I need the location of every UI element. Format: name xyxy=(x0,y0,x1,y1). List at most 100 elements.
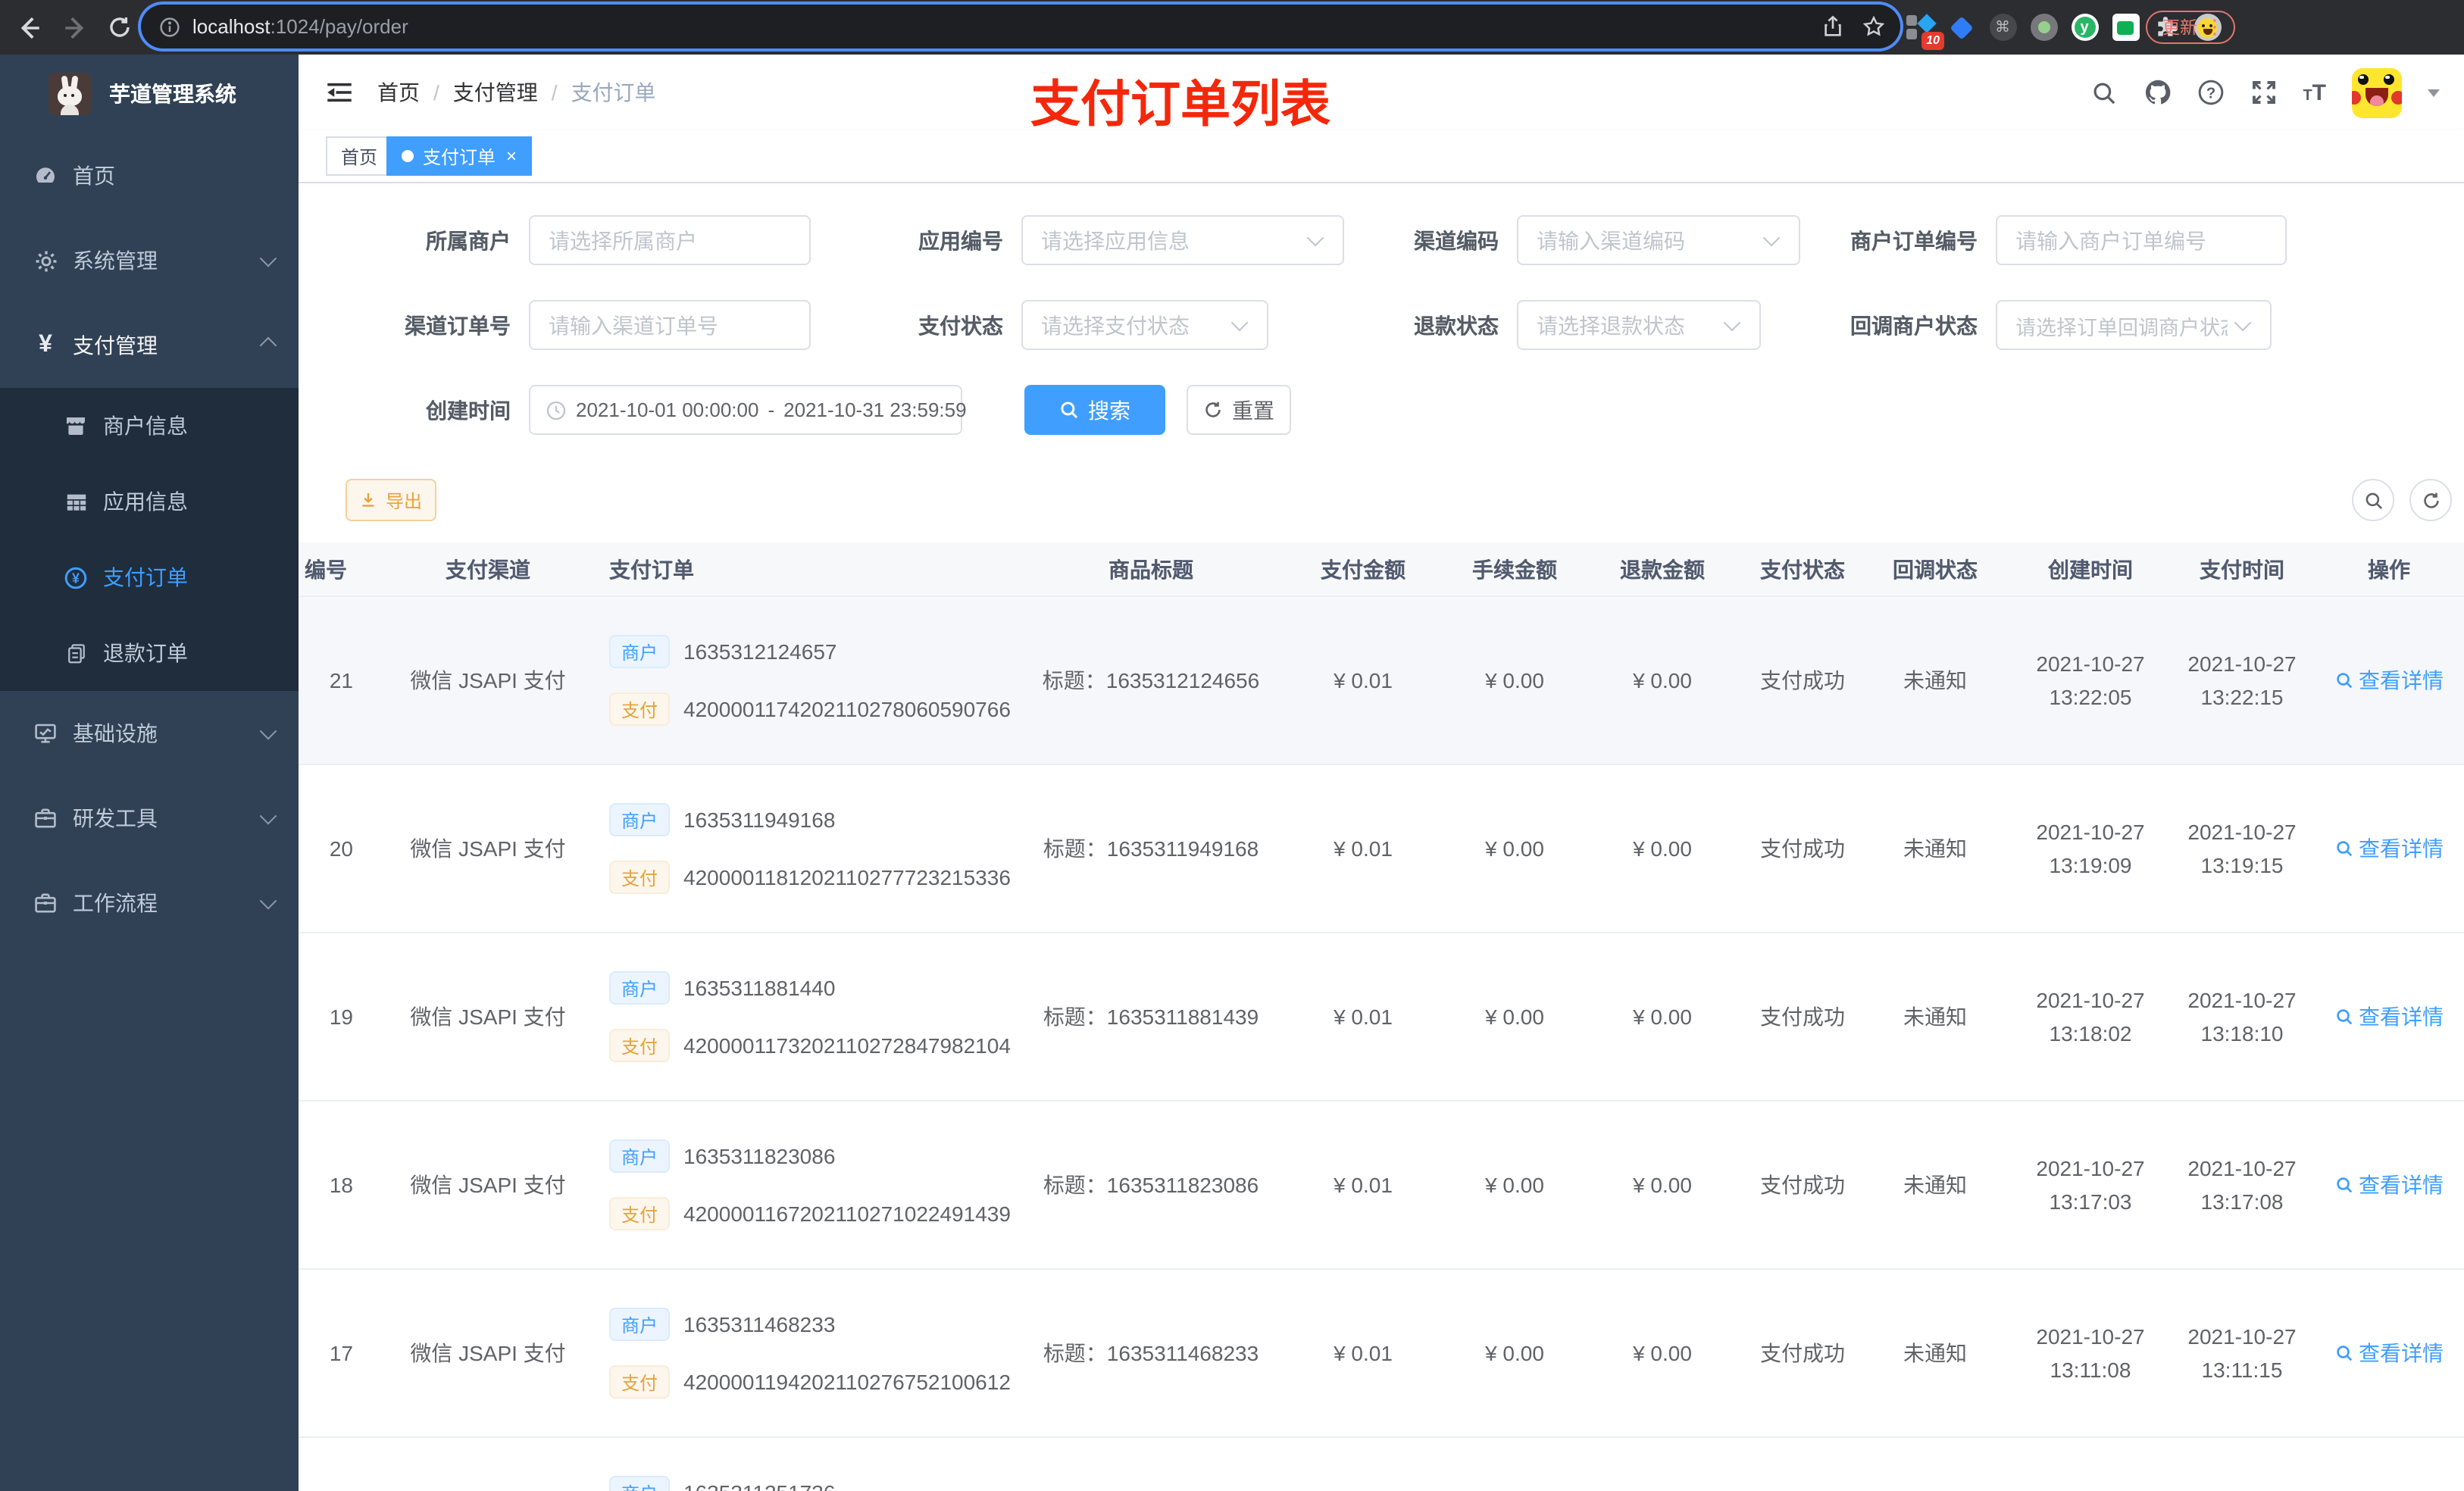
sidebar-item-pay-order[interactable]: ¥ 支付订单 xyxy=(0,539,299,615)
cell-actions: 查看详情 xyxy=(2314,1438,2464,1491)
update-button[interactable]: 更新 ⋮ xyxy=(2146,11,2235,44)
view-detail-link[interactable]: 查看详情 xyxy=(2334,665,2444,695)
search-icon xyxy=(2336,673,2352,689)
chevron-up-icon xyxy=(259,336,277,355)
breadcrumb-separator: / xyxy=(433,80,439,105)
view-detail-link[interactable]: 查看详情 xyxy=(2334,1002,2444,1032)
date-start[interactable]: 2021-10-01 00:00:00 xyxy=(576,399,758,421)
chevron-down-icon xyxy=(259,249,277,267)
extension-command-icon[interactable]: ⌘ xyxy=(1988,13,2017,42)
cell-refund: ¥ 0.00 xyxy=(1633,1005,1692,1029)
fullscreen-icon[interactable] xyxy=(2250,79,2277,106)
reset-button[interactable]: 重置 xyxy=(1187,385,1291,435)
tab-home[interactable]: 首页 xyxy=(326,136,393,176)
merchant-order-no-field[interactable] xyxy=(1997,228,2285,252)
merchant-input-field[interactable] xyxy=(530,228,809,252)
sidebar-item-refund-order[interactable]: 退款订单 xyxy=(0,615,299,691)
cell-amount xyxy=(1276,1438,1450,1491)
tab-pay-order[interactable]: 支付订单 × xyxy=(386,136,533,176)
channel-pay-no: 4200001174202110278060590766 xyxy=(683,697,1011,721)
filter-refund-status: 退款状态 请选择退款状态 xyxy=(1296,300,1761,350)
sidebar-item-dev-tools[interactable]: 研发工具 xyxy=(0,776,299,861)
cell-actions: 查看详情 xyxy=(2314,765,2464,932)
cell-pay-status: 支付成功 xyxy=(1760,668,1845,692)
cell-create-time: 2021-10-27 13:18:02 xyxy=(2036,988,2145,1046)
cell-refund: ¥ 0.00 xyxy=(1633,836,1692,861)
toggle-search-button[interactable] xyxy=(2352,479,2394,521)
screen: localhost:1024/pay/order 10 ⌘ y 更新 ⋮ 芋道管… xyxy=(0,0,2464,1491)
sidebar-item-workflow[interactable]: 工作流程 xyxy=(0,861,299,946)
cell-pay-status: 支付成功 xyxy=(1760,836,1845,861)
sidebar-item-app-info[interactable]: 应用信息 xyxy=(0,464,299,539)
font-size-icon[interactable]: TT xyxy=(2303,80,2326,105)
app-logo[interactable]: 芋道管理系统 xyxy=(0,55,299,133)
merchant-tag: 商户 xyxy=(609,1476,671,1491)
user-avatar[interactable] xyxy=(2352,67,2402,117)
cell-actions: 查看详情 xyxy=(2314,933,2464,1100)
extension-sketch-icon[interactable]: 10 xyxy=(1906,13,1944,49)
sidebar-item-merchant-info[interactable]: 商户信息 xyxy=(0,388,299,464)
merchant-order-no-input[interactable] xyxy=(1996,215,2287,265)
share-icon[interactable] xyxy=(1821,15,1844,38)
table-row: 商户 1635311251736 支付 查看详情 xyxy=(299,1438,2464,1491)
reload-button[interactable] xyxy=(97,5,142,50)
sidebar-item-infrastructure[interactable]: 基础设施 xyxy=(0,691,299,776)
search-button[interactable]: 搜索 xyxy=(1024,385,1165,435)
cell-amount: ¥ 0.01 xyxy=(1334,668,1393,692)
sidebar-item-home[interactable]: 首页 xyxy=(0,133,299,218)
sidebar-item-payment[interactable]: ¥ 支付管理 xyxy=(0,303,299,388)
chrome-menu-icon[interactable]: ⋮ xyxy=(2205,15,2225,39)
sidebar-fold-icon[interactable] xyxy=(326,79,353,106)
extension-chat-icon[interactable] xyxy=(2111,13,2140,42)
channel-pay-no: 4200001167202110271022491439 xyxy=(683,1202,1011,1226)
col-actions: 操作 xyxy=(2368,557,2410,581)
bookmark-star-icon[interactable] xyxy=(1862,15,1885,38)
address-bar[interactable]: localhost:1024/pay/order xyxy=(141,5,1900,48)
avatar-caret-icon[interactable] xyxy=(2428,89,2440,96)
refund-status-select[interactable]: 请选择退款状态 xyxy=(1517,300,1761,350)
url-text[interactable]: localhost:1024/pay/order xyxy=(192,15,1803,38)
cell-pay-status: 支付成功 xyxy=(1760,1341,1845,1365)
cell-pay-time: 2021-10-27 13:11:15 xyxy=(2187,1324,2297,1382)
callback-status-select[interactable]: 请选择订单回调商户状态 xyxy=(1996,300,2272,350)
export-button[interactable]: 导出 xyxy=(346,479,436,521)
extension-y-icon[interactable]: y xyxy=(2070,13,2099,42)
cell-title: 标题：1635311823086 xyxy=(1043,1173,1259,1197)
search-icon[interactable] xyxy=(2090,79,2118,106)
extension-record-icon[interactable] xyxy=(2029,13,2058,42)
channel-order-no-field[interactable] xyxy=(530,313,809,337)
refresh-button[interactable] xyxy=(2409,479,2452,521)
breadcrumb-payment[interactable]: 支付管理 xyxy=(453,77,538,108)
merchant-order-no: 1635311823086 xyxy=(683,1144,836,1168)
merchant-input[interactable] xyxy=(529,215,811,265)
gear-icon xyxy=(33,248,58,273)
merchant-tag: 商户 xyxy=(609,971,671,1005)
breadcrumb-separator: / xyxy=(551,80,558,105)
view-detail-link[interactable]: 查看详情 xyxy=(2334,1170,2444,1200)
view-detail-link[interactable]: 查看详情 xyxy=(2334,833,2444,864)
breadcrumb-home[interactable]: 首页 xyxy=(377,77,420,108)
pay-tag: 支付 xyxy=(609,1365,671,1399)
pay-status-select[interactable]: 请选择支付状态 xyxy=(1021,300,1268,350)
cell-create-time: 2021-10-27 13:11:08 xyxy=(2036,1324,2145,1382)
close-icon[interactable]: × xyxy=(506,147,517,165)
view-detail-link[interactable]: 查看详情 xyxy=(2334,1338,2444,1368)
create-time-range-picker[interactable]: 2021-10-01 00:00:00 - 2021-10-31 23:59:5… xyxy=(529,385,967,435)
date-end[interactable]: 2021-10-31 23:59:59 xyxy=(783,399,966,421)
back-button[interactable] xyxy=(6,5,52,50)
forward-button[interactable] xyxy=(52,5,97,50)
site-info-icon[interactable] xyxy=(159,16,180,37)
channel-pay-no: 4200001173202110272847982104 xyxy=(683,1033,1011,1058)
cell-order: 商户 1635311468233 支付 42000011942021102767… xyxy=(602,1270,1026,1436)
help-icon[interactable]: ? xyxy=(2197,79,2224,106)
app-window: 芋道管理系统 首页 系统管理 ¥ 支付管理 商户信息 应用信息 ¥ 支付订单 退… xyxy=(0,55,2464,1491)
cell-id: 20 xyxy=(329,836,353,861)
merchant-tag: 商户 xyxy=(609,803,671,836)
sidebar-item-system[interactable]: 系统管理 xyxy=(0,218,299,303)
cell-pay-time: 2021-10-27 13:17:08 xyxy=(2187,1156,2297,1214)
cell-create-time: 2021-10-27 13:17:03 xyxy=(2036,1156,2145,1214)
channel-order-no-input[interactable] xyxy=(529,300,811,350)
merchant-tag: 商户 xyxy=(609,1139,671,1173)
extension-gem-icon[interactable] xyxy=(1947,13,1976,42)
github-icon[interactable] xyxy=(2143,79,2171,106)
